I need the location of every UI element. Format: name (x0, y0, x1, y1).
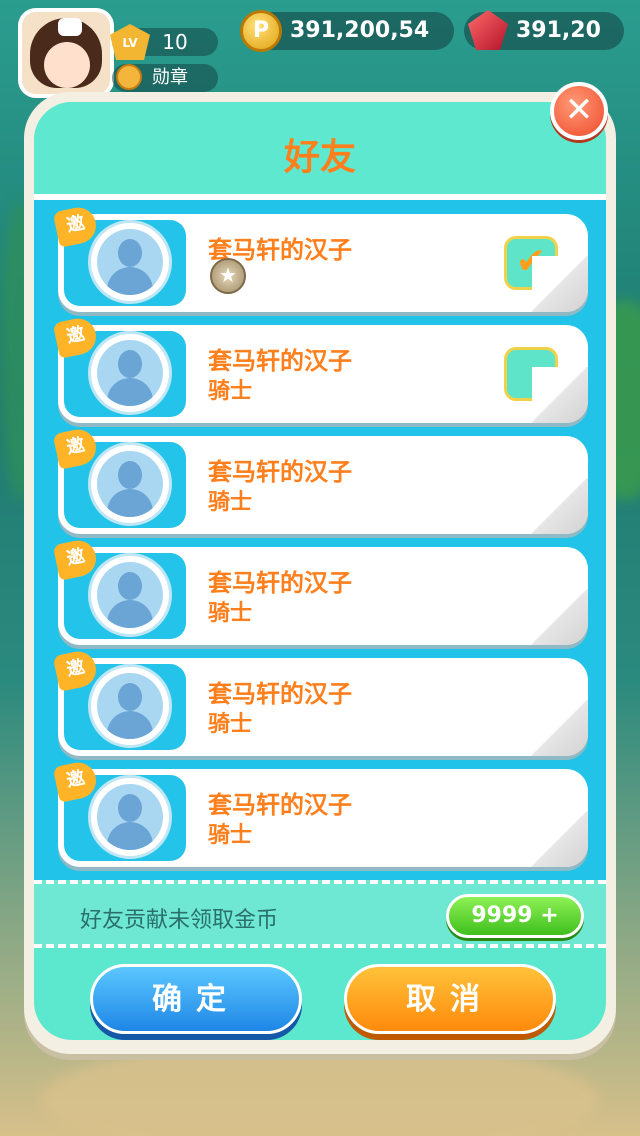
page-curl (532, 478, 588, 534)
silhouette-head (118, 461, 142, 489)
silhouette-head (118, 683, 142, 711)
claim-coins-button[interactable]: 9999 + (446, 894, 584, 938)
friend-name: 套马轩的汉子 (208, 791, 352, 819)
silhouette-head (118, 572, 142, 600)
friend-list-item[interactable]: 邀 套马轩的汉子 ★ ✔ (52, 204, 588, 312)
confirm-button[interactable]: 确定 (90, 964, 302, 1034)
silhouette-body (107, 489, 153, 517)
page-curl (532, 367, 588, 423)
friend-avatar (88, 331, 172, 415)
top-hud: 10 LV 勋章 391,200,54 P 391,20 (0, 0, 640, 100)
gem-amount: 391,20 (516, 18, 601, 43)
avatar-placeholder-icon (97, 784, 163, 850)
star-medal-icon: ★ (210, 258, 246, 294)
friend-list-item[interactable]: 邀 套马轩的汉子 骑士 (52, 426, 588, 534)
page-curl (532, 700, 588, 756)
friend-rank: 骑士 (208, 823, 253, 848)
friend-name: 套马轩的汉子 (208, 458, 352, 486)
friend-avatar (88, 664, 172, 748)
friend-list-item[interactable]: 邀 套马轩的汉子 骑士 (52, 648, 588, 756)
friend-name: 套马轩的汉子 (208, 569, 352, 597)
friend-name: 套马轩的汉子 (208, 347, 352, 375)
avatar-bow (58, 18, 82, 36)
friend-list-item[interactable]: 邀 套马轩的汉子 骑士 (52, 315, 588, 423)
close-icon: ✕ (564, 90, 594, 130)
close-button[interactable]: ✕ (550, 82, 608, 140)
avatar-placeholder-icon (97, 451, 163, 517)
friend-list-item[interactable]: 邀 套马轩的汉子 骑士 (52, 537, 588, 645)
dialog-body: 好友 邀 套马轩的汉子 ★ ✔ 邀 套马轩的汉子 骑士 邀 套马轩的汉子 骑士 … (34, 102, 606, 1040)
friend-avatar (88, 442, 172, 526)
dialog-title-bar: 好友 (34, 102, 606, 194)
silhouette-body (107, 267, 153, 295)
coin-icon-letter: P (252, 18, 270, 43)
avatar-placeholder-icon (97, 562, 163, 628)
friend-rank: 骑士 (208, 712, 253, 737)
coin-icon: P (240, 10, 282, 52)
level-value: 10 (162, 30, 188, 54)
player-avatar[interactable] (18, 8, 114, 98)
silhouette-body (107, 822, 153, 850)
page-curl (532, 256, 588, 312)
page-curl (532, 811, 588, 867)
silhouette-body (107, 378, 153, 406)
cancel-button[interactable]: 取消 (344, 964, 556, 1034)
friend-name: 套马轩的汉子 (208, 680, 352, 708)
silhouette-head (118, 794, 142, 822)
avatar-placeholder-icon (97, 673, 163, 739)
contribution-bar: 好友贡献未领取金币 9999 + (34, 880, 606, 948)
friend-list-item[interactable]: 邀 套马轩的汉子 骑士 (52, 759, 588, 867)
friend-list[interactable]: 邀 套马轩的汉子 ★ ✔ 邀 套马轩的汉子 骑士 邀 套马轩的汉子 骑士 邀 套… (34, 194, 606, 880)
medal-icon (116, 64, 142, 90)
avatar-face (44, 42, 90, 88)
friend-avatar (88, 775, 172, 859)
silhouette-body (107, 711, 153, 739)
background-sand (40, 1040, 600, 1136)
medal-label: 勋章 (152, 67, 188, 88)
friend-rank: 骑士 (208, 379, 253, 404)
avatar-placeholder-icon (97, 229, 163, 295)
silhouette-head (118, 350, 142, 378)
friend-rank: 骑士 (208, 601, 253, 626)
friends-dialog: 好友 邀 套马轩的汉子 ★ ✔ 邀 套马轩的汉子 骑士 邀 套马轩的汉子 骑士 … (24, 92, 616, 1054)
friend-avatar (88, 220, 172, 304)
friend-avatar (88, 553, 172, 637)
page-curl (532, 589, 588, 645)
avatar-placeholder-icon (97, 340, 163, 406)
dialog-title: 好友 (283, 137, 356, 178)
contribution-text: 好友贡献未领取金币 (80, 908, 279, 933)
friend-rank: 骑士 (208, 490, 253, 515)
coin-amount: 391,200,54 (290, 18, 430, 43)
level-label: LV (122, 36, 138, 50)
silhouette-body (107, 600, 153, 628)
silhouette-head (118, 239, 142, 267)
